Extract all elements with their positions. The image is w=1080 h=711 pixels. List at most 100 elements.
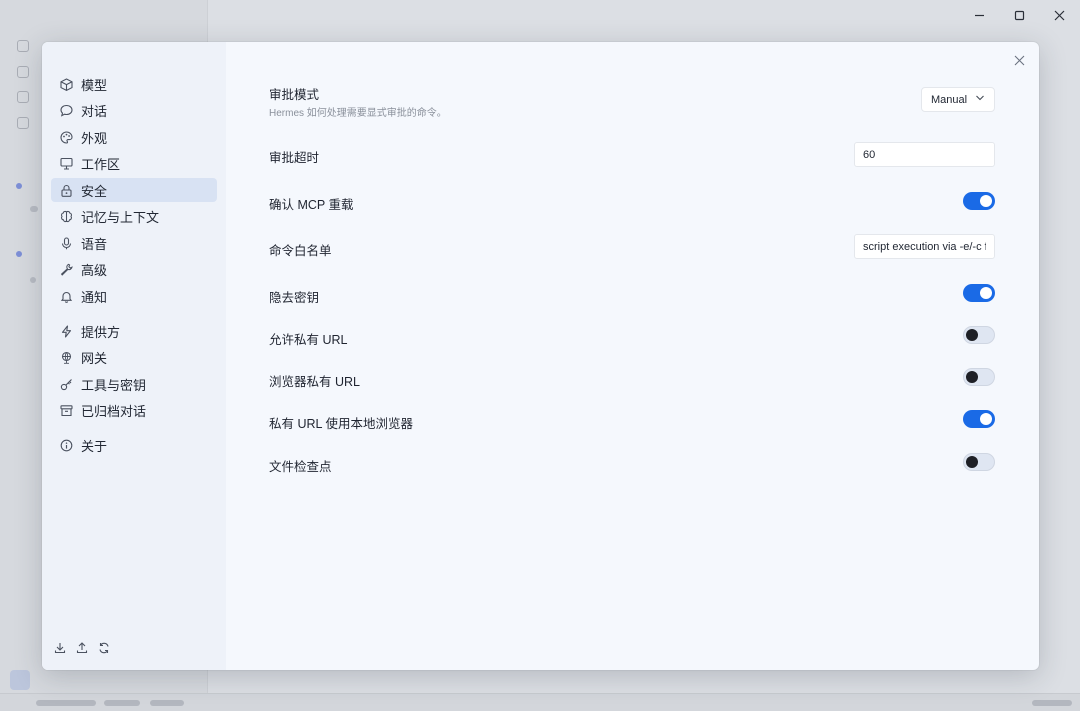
sidebar-item-monitor[interactable]: 工作区	[51, 152, 217, 176]
private-url-local-browser-toggle[interactable]	[963, 410, 995, 428]
sidebar-item-archive[interactable]: 已归档对话	[51, 399, 217, 423]
allow-private-urls-label: 允许私有 URL	[269, 333, 348, 347]
dimmed-text	[30, 206, 38, 212]
sidebar-item-globe[interactable]: 网关	[51, 346, 217, 370]
maximize-icon	[1014, 10, 1024, 20]
sidebar-item-key[interactable]: 工具与密钥	[51, 372, 217, 396]
microphone-icon	[60, 236, 73, 250]
sidebar-item-label: 工作区	[81, 157, 121, 172]
approval-timeout-label: 审批超时	[269, 151, 320, 165]
archive-icon	[60, 404, 73, 417]
sidebar-item-palette[interactable]: 外观	[51, 125, 217, 149]
sidebar-item-label: 关于	[81, 438, 108, 454]
info-icon	[60, 439, 73, 452]
lock-icon	[60, 184, 73, 197]
avatar	[10, 670, 30, 690]
dimmed-icon	[17, 117, 29, 129]
file-checkpoints-label: 文件检查点	[269, 460, 332, 474]
monitor-icon	[60, 157, 73, 170]
sidebar-item-label: 通知	[81, 289, 108, 305]
approval-timeout-input[interactable]	[854, 142, 995, 167]
sidebar-item-cube[interactable]: 模型	[51, 72, 217, 96]
close-icon	[1054, 10, 1064, 20]
toggle-knob	[966, 329, 978, 341]
sidebar-item-chat-bubble[interactable]: 对话	[51, 99, 217, 123]
sidebar-item-info[interactable]: 关于	[51, 433, 217, 457]
allow-private-urls-toggle[interactable]	[963, 326, 995, 344]
key-icon	[60, 378, 73, 391]
toggle-knob	[980, 195, 992, 207]
sidebar-item-label: 工具与密钥	[81, 377, 147, 393]
window-minimize-button[interactable]	[966, 5, 992, 25]
file-checkpoints-toggle[interactable]	[963, 453, 995, 471]
window-titlebar	[0, 0, 1080, 30]
confirm-mcp-reload-toggle[interactable]	[963, 192, 995, 210]
confirm-mcp-reload-label: 确认 MCP 重载	[269, 198, 354, 212]
browser-private-urls-label: 浏览器私有 URL	[269, 375, 360, 389]
import-button[interactable]	[54, 642, 66, 654]
dimmed-text	[36, 700, 96, 706]
dimmed-icon	[17, 91, 29, 103]
toggle-knob	[966, 456, 978, 468]
sidebar-item-label: 高级	[81, 263, 108, 278]
chat-bubble-icon	[60, 104, 73, 117]
sidebar-item-lightning[interactable]: 提供方	[51, 319, 217, 343]
sidebar-item-label: 网关	[81, 351, 108, 366]
redact-secrets-toggle[interactable]	[963, 284, 995, 302]
palette-icon	[60, 130, 73, 144]
sidebar-item-label: 模型	[81, 77, 108, 93]
command-allowlist-label: 命令白名单	[269, 244, 332, 258]
toggle-knob	[980, 287, 992, 299]
cube-icon	[60, 77, 73, 91]
sidebar-item-label: 提供方	[81, 324, 121, 340]
refresh-icon	[99, 642, 109, 654]
dimmed-text	[30, 277, 36, 283]
toggle-knob	[980, 413, 992, 425]
sidebar-item-lock[interactable]: 安全	[51, 178, 217, 202]
lightning-icon	[60, 324, 73, 338]
chevron-down-icon	[975, 93, 985, 106]
sidebar-item-label: 安全	[81, 183, 108, 199]
sidebar-item-label: 已归档对话	[81, 404, 147, 419]
sidebar-item-label: 外观	[81, 130, 108, 146]
wrench-icon	[60, 263, 73, 276]
sidebar-item-wrench[interactable]: 高级	[51, 258, 217, 282]
settings-dialog: 模型对话外观工作区安全记忆与上下文 语音高级通知提供方网关工具与密钥已归档对话关于…	[42, 42, 1039, 670]
command-allowlist-input[interactable]	[854, 234, 995, 259]
sidebar-item-label: 记忆与上下文	[81, 210, 160, 225]
redact-secrets-label: 隐去密钥	[269, 291, 320, 305]
sidebar-item-brain[interactable]: 记忆与上下文	[51, 205, 217, 229]
brain-icon	[60, 210, 73, 223]
download-icon	[54, 643, 66, 654]
approval-mode-label: 审批模式	[269, 88, 320, 102]
sidebar-footer	[54, 642, 110, 654]
approval-mode-select[interactable]: Manual	[921, 87, 995, 112]
upload-icon	[76, 642, 88, 654]
dimmed-icon	[17, 66, 29, 78]
sidebar-item-bell[interactable]: 通知	[51, 284, 217, 308]
approval-mode-value: Manual	[931, 93, 968, 106]
dimmed-dot	[16, 183, 22, 189]
sidebar-item-microphone[interactable]: 语音	[51, 231, 217, 255]
dimmed-text	[1032, 700, 1072, 706]
private-url-local-browser-label: 私有 URL 使用本地浏览器	[269, 417, 413, 431]
browser-private-urls-toggle[interactable]	[963, 368, 995, 386]
globe-icon	[60, 351, 73, 364]
security-settings-panel: 审批模式 Hermes 如何处理需要显式审批的命令。 Manual 审批超时 确…	[226, 42, 1039, 670]
export-button[interactable]	[76, 642, 88, 654]
window-close-button[interactable]	[1046, 5, 1072, 25]
dimmed-text	[104, 700, 140, 706]
toggle-knob	[966, 371, 978, 383]
window-maximize-button[interactable]	[1006, 5, 1032, 25]
dimmed-icon	[17, 40, 29, 52]
dimmed-dot	[16, 251, 22, 257]
minimize-icon	[974, 14, 984, 16]
sidebar-item-label: 对话	[81, 104, 108, 119]
settings-sidebar: 模型对话外观工作区安全记忆与上下文 语音高级通知提供方网关工具与密钥已归档对话关于	[42, 42, 226, 670]
status-bar-dimmed	[0, 693, 1080, 711]
bell-icon	[60, 290, 73, 303]
sidebar-item-label: 语音	[81, 236, 108, 252]
reset-button[interactable]	[98, 642, 110, 654]
dimmed-text	[150, 700, 184, 706]
approval-mode-description: Hermes 如何处理需要显式审批的命令。	[269, 108, 447, 119]
